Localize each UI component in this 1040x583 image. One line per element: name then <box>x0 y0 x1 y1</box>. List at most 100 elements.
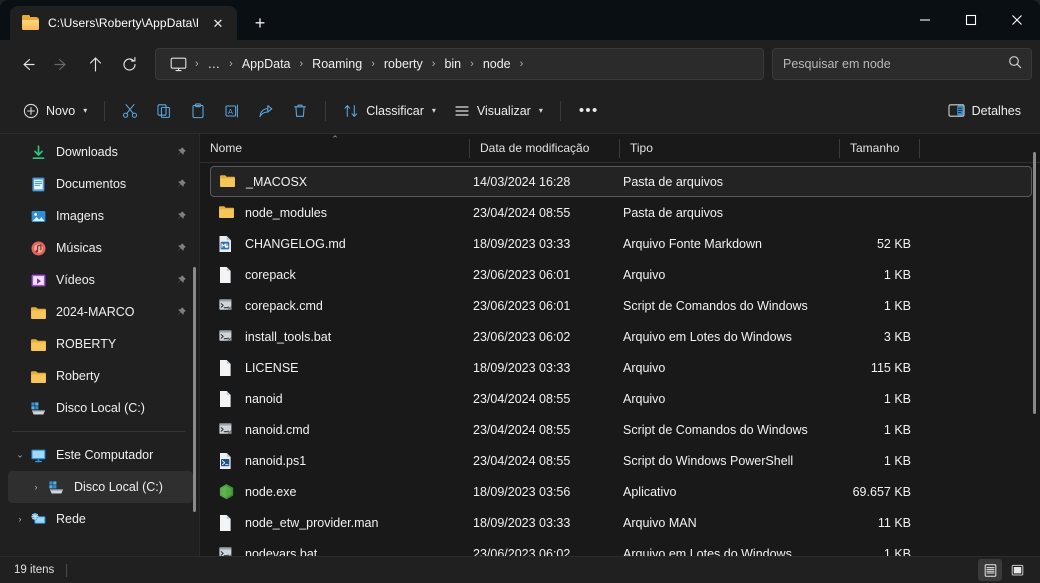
delete-button[interactable] <box>283 95 317 127</box>
table-row[interactable]: CHANGELOG.md 18/09/2023 03:33 Arquivo Fo… <box>210 228 1032 259</box>
column-header-tamanho[interactable]: Tamanho <box>840 134 920 163</box>
sidebar-scrollbar[interactable] <box>193 267 196 512</box>
table-row[interactable]: node.exe 18/09/2023 03:56 Aplicativo 69.… <box>210 476 1032 507</box>
pin-icon[interactable] <box>173 305 187 319</box>
sidebar-item-label: Este Computador <box>56 448 153 462</box>
table-row[interactable]: install_tools.bat 23/06/2023 06:02 Arqui… <box>210 321 1032 352</box>
tab-title: C:\Users\Roberty\AppData\Ro <box>48 16 198 30</box>
pin-icon[interactable] <box>173 209 187 223</box>
forward-button[interactable] <box>44 47 78 81</box>
file-type: Pasta de arquivos <box>623 175 843 189</box>
table-row[interactable]: corepack 23/06/2023 06:01 Arquivo 1 KB <box>210 259 1032 290</box>
rename-button[interactable]: A <box>215 95 249 127</box>
file-date: 23/04/2024 08:55 <box>473 206 623 220</box>
sidebar-item-label: Imagens <box>56 209 104 223</box>
new-tab-button[interactable]: + <box>245 8 275 38</box>
breadcrumb-roaming[interactable]: Roaming <box>305 54 369 74</box>
table-row[interactable]: nanoid 23/04/2024 08:55 Arquivo 1 KB <box>210 383 1032 414</box>
table-row[interactable]: node_etw_provider.man 18/09/2023 03:33 A… <box>210 507 1032 538</box>
table-row[interactable]: nanoid.cmd 23/04/2024 08:55 Script de Co… <box>210 414 1032 445</box>
table-row[interactable]: LICENSE 18/09/2023 03:33 Arquivo 115 KB <box>210 352 1032 383</box>
cut-button[interactable] <box>113 95 147 127</box>
file-date: 18/09/2023 03:33 <box>473 516 623 530</box>
column-header-data-modificacao[interactable]: Data de modificação <box>470 134 620 163</box>
more-options-button[interactable]: ••• <box>569 95 609 127</box>
sidebar-item-roberty-upper[interactable]: ROBERTY <box>8 328 193 360</box>
breadcrumb-overflow[interactable]: … <box>201 54 228 74</box>
blank-file-icon <box>218 359 235 377</box>
pin-icon[interactable] <box>173 145 187 159</box>
chevron-right-icon[interactable]: › <box>30 482 42 492</box>
table-row[interactable]: node_modules 23/04/2024 08:55 Pasta de a… <box>210 197 1032 228</box>
sidebar-item-label: Downloads <box>56 145 118 159</box>
breadcrumb-node[interactable]: node <box>476 54 518 74</box>
file-list-scrollbar[interactable] <box>1033 152 1036 414</box>
sidebar-item-label: ROBERTY <box>56 337 116 351</box>
sidebar-item-musicas[interactable]: Músicas <box>8 232 193 264</box>
tab-active[interactable]: C:\Users\Roberty\AppData\Ro ✕ <box>10 6 237 40</box>
search-input[interactable]: Pesquisar em node <box>772 48 1032 80</box>
sidebar-item-rede[interactable]: › Rede <box>8 503 193 535</box>
sidebar-item-documentos[interactable]: Documentos <box>8 168 193 200</box>
column-header-tipo[interactable]: Tipo <box>620 134 840 163</box>
sidebar-item-roberty[interactable]: Roberty <box>8 360 193 392</box>
copy-button[interactable] <box>147 95 181 127</box>
view-button[interactable]: Visualizar ▾ <box>445 95 552 127</box>
minimize-icon[interactable] <box>902 0 948 40</box>
sidebar-item-disco-local-c[interactable]: › Disco Local (C:) <box>8 471 193 503</box>
details-view-button[interactable] <box>978 559 1002 581</box>
svg-text:A: A <box>228 107 233 116</box>
breadcrumb[interactable]: › … › AppData › Roaming › roberty › bin … <box>155 48 764 80</box>
new-button[interactable]: Novo ▾ <box>14 95 96 127</box>
file-size: 115 KB <box>843 361 923 375</box>
sidebar-item-disco-local-c-quick[interactable]: Disco Local (C:) <box>8 392 193 424</box>
paste-button[interactable] <box>181 95 215 127</box>
blank-file-icon <box>218 390 235 408</box>
sidebar-item-label: Documentos <box>56 177 126 191</box>
node-icon <box>218 483 235 501</box>
share-button[interactable] <box>249 95 283 127</box>
title-bar: C:\Users\Roberty\AppData\Ro ✕ + <box>0 0 1040 40</box>
chevron-right-icon[interactable]: › <box>14 514 26 524</box>
breadcrumb-roberty[interactable]: roberty <box>377 54 430 74</box>
column-headers: ⌃ Nome Data de modificação Tipo Tamanho <box>200 134 1040 163</box>
up-button[interactable] <box>78 47 112 81</box>
breadcrumb-appdata[interactable]: AppData <box>235 54 298 74</box>
column-header-nome[interactable]: ⌃ Nome <box>200 134 470 163</box>
close-window-icon[interactable] <box>994 0 1040 40</box>
sidebar-item-label: Roberty <box>56 369 100 383</box>
view-toggle-group <box>978 559 1034 581</box>
sort-button[interactable]: Classificar ▾ <box>334 95 445 127</box>
file-name: node_etw_provider.man <box>245 516 378 530</box>
pin-icon[interactable] <box>173 177 187 191</box>
pin-icon[interactable] <box>173 241 187 255</box>
breadcrumb-this-pc-icon[interactable] <box>164 54 193 75</box>
table-row[interactable]: nodevars.bat 23/06/2023 06:02 Arquivo em… <box>210 538 1032 556</box>
file-name: LICENSE <box>245 361 299 375</box>
sidebar-item-imagens[interactable]: Imagens <box>8 200 193 232</box>
maximize-icon[interactable] <box>948 0 994 40</box>
breadcrumb-bin[interactable]: bin <box>437 54 468 74</box>
table-row[interactable]: nanoid.ps1 23/04/2024 08:55 Script do Wi… <box>210 445 1032 476</box>
close-tab-icon[interactable]: ✕ <box>207 12 229 34</box>
back-button[interactable] <box>10 47 44 81</box>
column-label: Nome <box>210 141 242 155</box>
file-size: 1 KB <box>843 392 923 406</box>
this-pc-icon <box>30 447 47 464</box>
sidebar-item-2024-marco[interactable]: 2024-MARCO <box>8 296 193 328</box>
pin-icon[interactable] <box>173 273 187 287</box>
sidebar-item-este-computador[interactable]: ⌄ Este Computador <box>8 439 193 471</box>
file-type: Aplicativo <box>623 485 843 499</box>
refresh-button[interactable] <box>112 47 146 81</box>
chevron-down-icon: ▾ <box>432 106 436 115</box>
chevron-down-icon[interactable]: ⌄ <box>14 450 26 461</box>
sidebar-item-videos[interactable]: Vídeos <box>8 264 193 296</box>
file-date: 23/04/2024 08:55 <box>473 454 623 468</box>
table-row[interactable]: _MACOSX 14/03/2024 16:28 Pasta de arquiv… <box>210 166 1032 197</box>
table-row[interactable]: corepack.cmd 23/06/2023 06:01 Script de … <box>210 290 1032 321</box>
file-rows: _MACOSX 14/03/2024 16:28 Pasta de arquiv… <box>200 163 1040 556</box>
sidebar-item-downloads[interactable]: Downloads <box>8 136 193 168</box>
large-icons-view-button[interactable] <box>1005 559 1029 581</box>
details-pane-button[interactable]: Detalhes <box>939 95 1030 127</box>
file-size: 1 KB <box>843 299 923 313</box>
